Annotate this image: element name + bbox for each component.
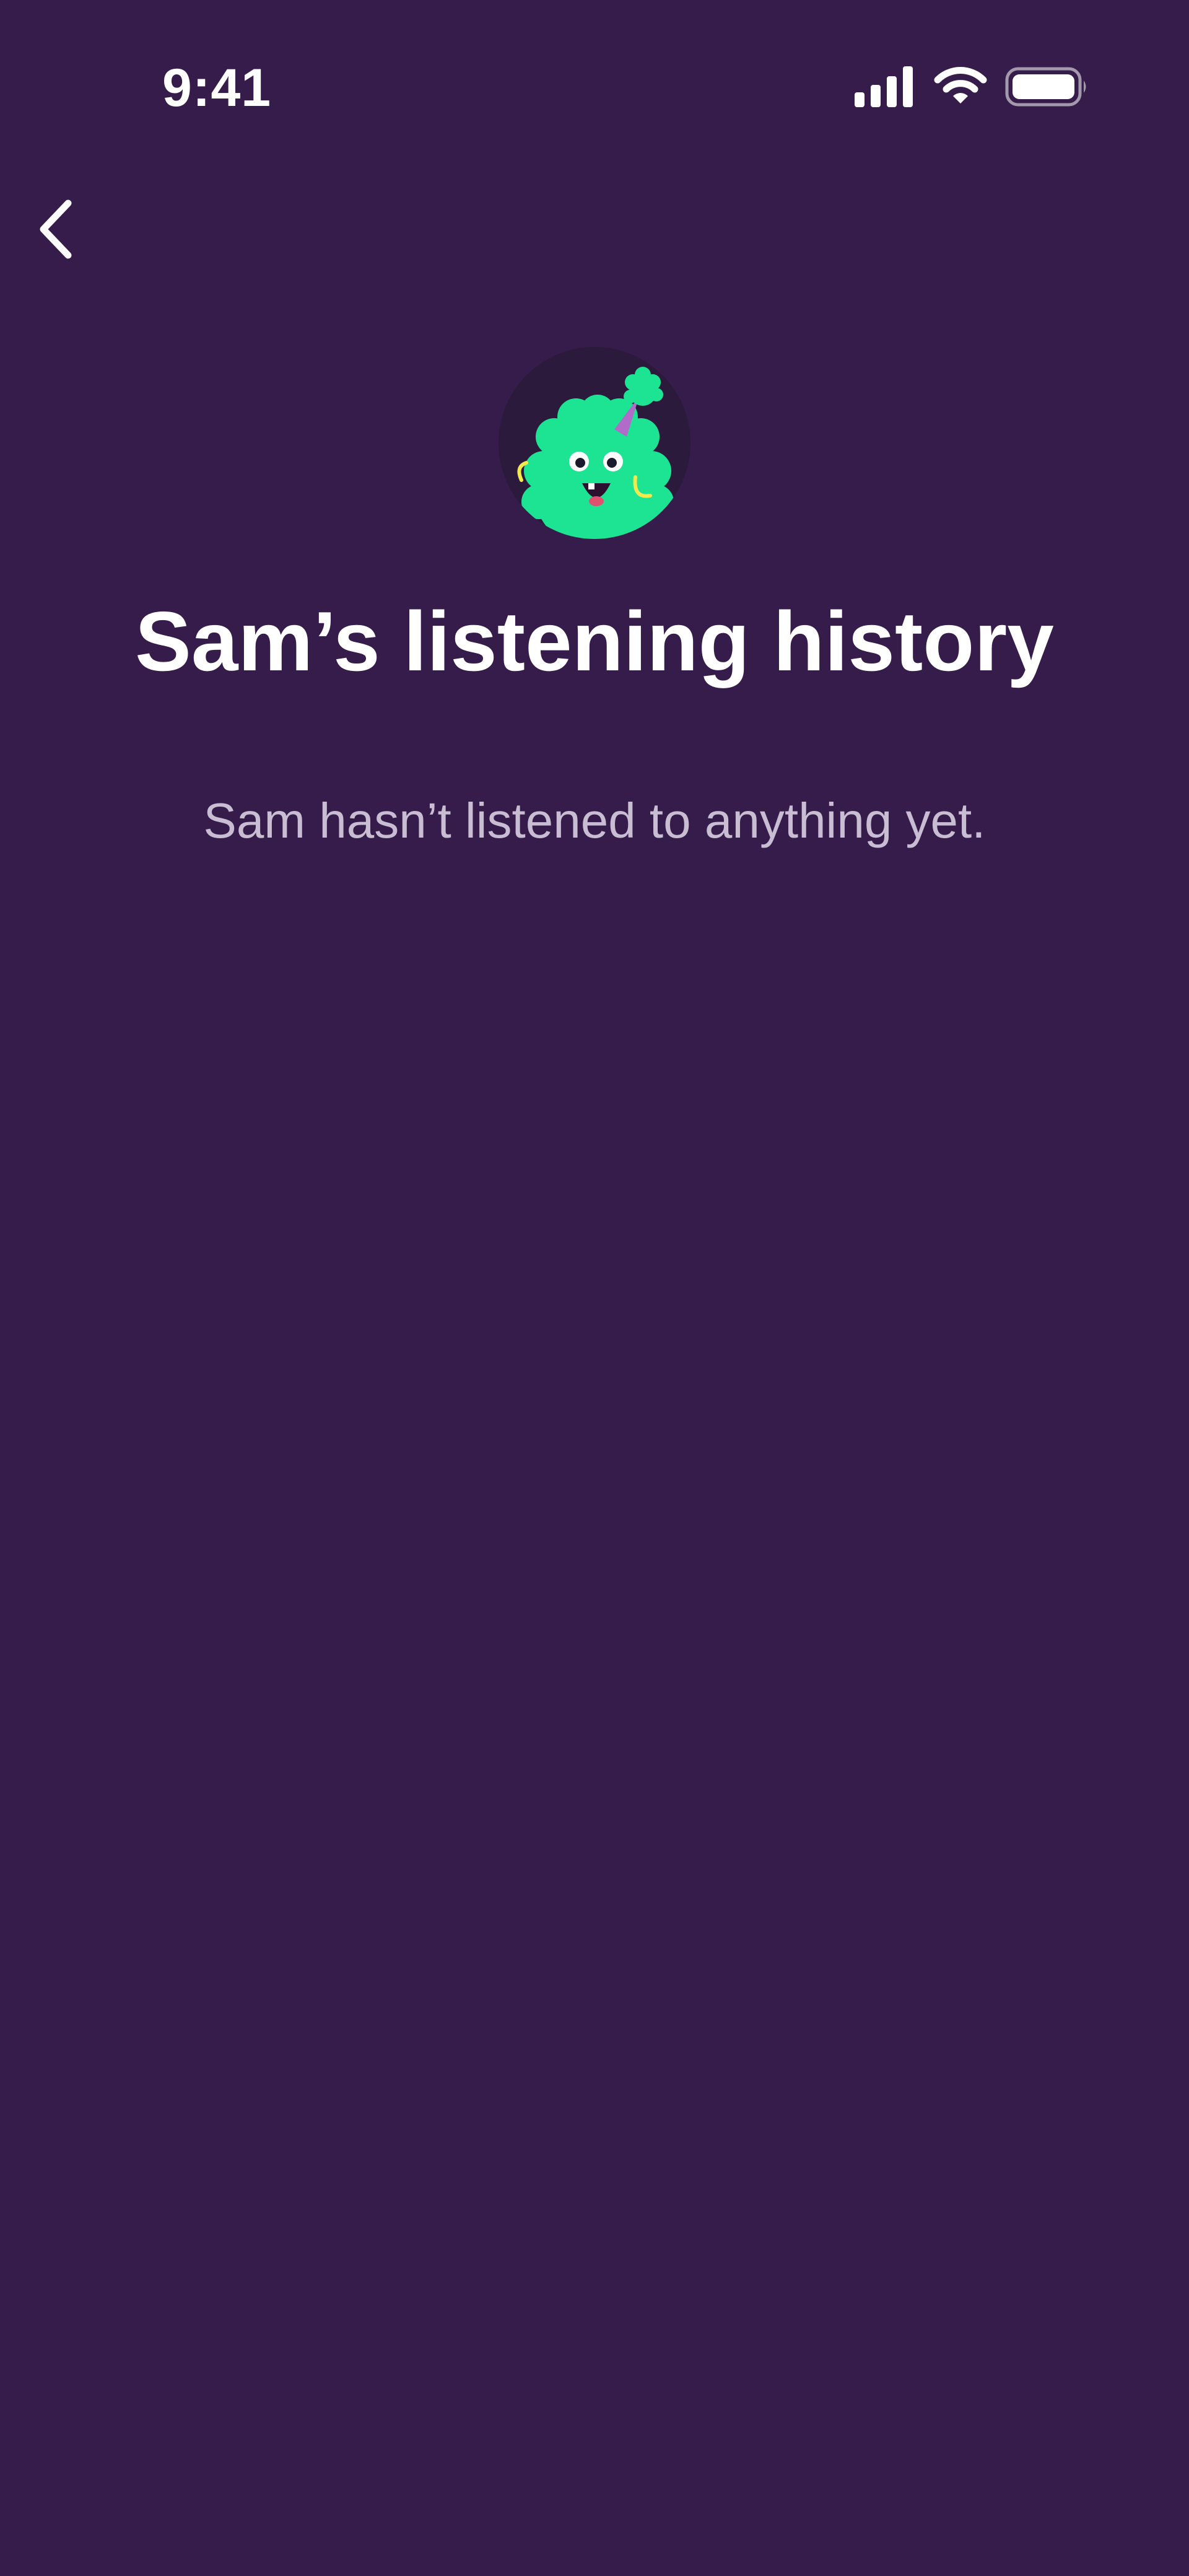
battery-icon <box>1005 67 1086 107</box>
cellular-signal-icon <box>855 66 913 107</box>
wifi-icon <box>934 67 987 103</box>
status-icons <box>853 65 1089 115</box>
back-button[interactable] <box>12 186 99 273</box>
status-time: 9:41 <box>162 58 272 118</box>
empty-state-message: Sam hasn’t listened to anything yet. <box>203 793 986 848</box>
green-monster-avatar-icon <box>499 347 690 539</box>
status-bar: 9:41 <box>0 0 1189 173</box>
avatar <box>495 344 694 542</box>
page-title: Sam’s listening history <box>135 594 1054 688</box>
chevron-left-icon <box>40 199 72 259</box>
